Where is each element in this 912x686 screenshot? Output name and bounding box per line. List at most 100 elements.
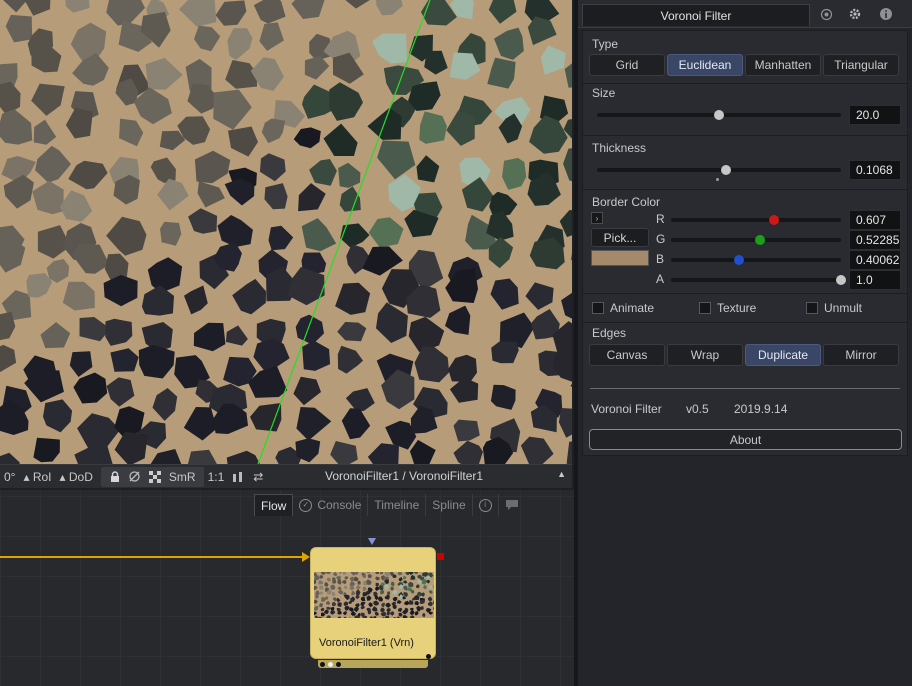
border-color-swatch[interactable]: [591, 250, 649, 266]
channel-r-knob[interactable]: [769, 215, 780, 225]
viewer-menu-arrow-icon[interactable]: ▲: [557, 469, 566, 479]
thickness-slider-knob[interactable]: [721, 165, 732, 175]
channel-g-knob[interactable]: [754, 235, 765, 245]
node-output-port[interactable]: [437, 553, 444, 560]
gear-icon[interactable]: [847, 6, 863, 22]
viewer-tool-group: SmR: [100, 466, 204, 487]
plugin-name: Voronoi Filter: [591, 402, 662, 416]
section-separator: [583, 189, 909, 190]
type-button-group: Grid Euclidean Manhatten Triangular: [589, 54, 899, 76]
speech-bubble-icon: [505, 500, 518, 510]
tab-timeline[interactable]: Timeline: [368, 494, 427, 516]
thickness-label: Thickness: [592, 141, 647, 155]
node-label: VoronoiFilter1 (Vrn): [319, 637, 414, 649]
about-button[interactable]: About: [589, 429, 902, 450]
tab-info[interactable]: i: [473, 494, 499, 516]
tab-console-label: Console: [317, 498, 362, 512]
channel-a-knob[interactable]: [836, 275, 846, 285]
checker-icon[interactable]: [147, 469, 163, 485]
channel-g-label: G: [656, 232, 666, 246]
inspector-header: Voronoi Filter: [578, 0, 912, 28]
tab-flow[interactable]: Flow: [254, 494, 294, 516]
viewer-angle[interactable]: 0°: [0, 470, 19, 484]
viewer-dod-toggle[interactable]: ▴ DoD: [56, 470, 97, 484]
bar-split-icon[interactable]: [230, 469, 246, 485]
tab-console[interactable]: ✓ Console: [293, 494, 369, 516]
viewer-roi-toggle[interactable]: ▴ RoI: [19, 470, 55, 484]
type-euclidean-button[interactable]: Euclidean: [667, 54, 743, 76]
texture-checkbox[interactable]: [699, 302, 711, 314]
connection-line[interactable]: [0, 556, 304, 558]
border-color-label: Border Color: [592, 195, 661, 209]
inspector-title-tab[interactable]: Voronoi Filter: [582, 4, 810, 26]
roi-label: RoI: [32, 469, 52, 484]
texture-label: Texture: [717, 301, 757, 315]
zoom-ratio[interactable]: 1:1: [204, 470, 229, 484]
viewer-canvas[interactable]: [0, 0, 572, 464]
channel-a-slider[interactable]: [671, 275, 846, 285]
node-footer: [318, 660, 428, 668]
viewer-toolbar: 0° ▴ RoI ▴ DoD SmR 1:1 ⇄ VoronoiFilter1 …: [0, 464, 572, 488]
pick-color-button[interactable]: Pick...: [591, 228, 649, 247]
node-status-dot: [426, 654, 431, 659]
unmult-checkbox[interactable]: [806, 302, 818, 314]
viewer-node-path: VoronoiFilter1 / VoronoiFilter1: [325, 469, 484, 483]
tab-comments[interactable]: [499, 494, 525, 516]
info-icon: i: [478, 498, 492, 512]
section-separator: [583, 83, 909, 84]
settings-circle-icon[interactable]: [818, 6, 834, 22]
smr-toggle[interactable]: SmR: [165, 470, 200, 484]
animate-checkbox[interactable]: [592, 302, 604, 314]
animate-label: Animate: [610, 301, 655, 315]
thickness-default-marker: [716, 178, 719, 181]
channel-r-slider[interactable]: [671, 215, 841, 225]
node-foot-dot: [320, 661, 325, 667]
channel-b-label: B: [656, 252, 665, 266]
voronoi-filter-node[interactable]: VoronoiFilter1 (Vrn): [310, 547, 436, 659]
size-slider-knob[interactable]: [714, 110, 724, 120]
channel-g-value-field[interactable]: 0.52285: [849, 230, 901, 250]
plugin-version: v0.5: [686, 402, 709, 416]
info-icon[interactable]: [878, 6, 894, 22]
type-label: Type: [592, 37, 619, 51]
size-value-field[interactable]: 20.0: [849, 105, 901, 125]
thickness-value-field[interactable]: 0.1068: [849, 160, 901, 180]
channel-b-slider[interactable]: [671, 255, 841, 265]
edges-mirror-button[interactable]: Mirror: [823, 344, 899, 366]
type-grid-button[interactable]: Grid: [589, 54, 665, 76]
connection-arrow-icon: [302, 552, 310, 562]
tab-spline[interactable]: Spline: [426, 494, 473, 516]
node-thumbnail: [314, 572, 434, 618]
dod-label: DoD: [68, 469, 93, 484]
channel-g-slider[interactable]: [671, 235, 841, 245]
inspector-title: Voronoi Filter: [660, 8, 732, 23]
flow-editor[interactable]: Flow ✓ Console Timeline Spline i VoronoiF…: [0, 490, 574, 686]
edges-wrap-button[interactable]: Wrap: [667, 344, 743, 366]
swap-icon[interactable]: ⇄: [250, 469, 266, 485]
edges-canvas-button[interactable]: Canvas: [589, 344, 665, 366]
tab-timeline-label: Timeline: [374, 498, 420, 512]
section-separator: [583, 293, 909, 294]
edges-duplicate-button[interactable]: Duplicate: [745, 344, 821, 366]
size-label: Size: [592, 86, 616, 100]
voronoi-controls: Type Grid Euclidean Manhatten Triangular…: [582, 30, 909, 456]
channel-b-value-field[interactable]: 0.40062: [849, 250, 901, 270]
node-foot-dot: [328, 661, 333, 667]
channel-r-value-field[interactable]: 0.607: [849, 210, 901, 230]
type-triangular-button[interactable]: Triangular: [823, 54, 899, 76]
node-input-triangle-icon[interactable]: [368, 538, 376, 545]
type-manhatten-button[interactable]: Manhatten: [745, 54, 821, 76]
size-slider[interactable]: [597, 110, 841, 120]
section-separator: [583, 135, 909, 136]
channel-a-value-field[interactable]: 1.0: [849, 270, 901, 290]
expand-chevron-icon[interactable]: ›: [591, 212, 603, 224]
no-overlay-icon[interactable]: [127, 469, 143, 485]
edges-label: Edges: [592, 326, 627, 340]
voronoi-preview-image: [0, 0, 572, 464]
node-foot-dot: [336, 661, 341, 667]
channel-r-label: R: [656, 212, 665, 226]
lock-icon[interactable]: [107, 469, 123, 485]
flow-tab-bar: Flow ✓ Console Timeline Spline i: [254, 494, 525, 516]
channel-b-knob[interactable]: [734, 255, 745, 265]
thickness-slider[interactable]: [597, 165, 841, 175]
